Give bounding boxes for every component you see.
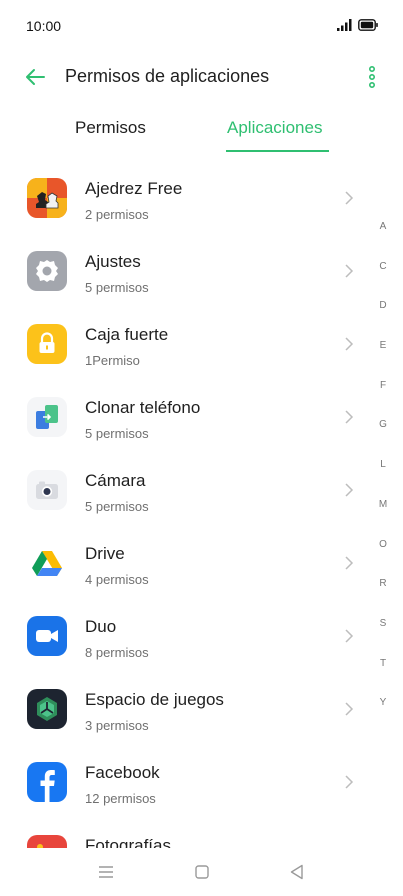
app-permissions-count: 4 permisos: [85, 572, 149, 587]
app-name: Espacio de juegos: [85, 690, 224, 709]
alpha-letter-e[interactable]: E: [372, 339, 394, 379]
app-row-duo[interactable]: Duo 8 permisos: [0, 598, 370, 671]
battery-icon: [358, 19, 378, 31]
app-row-clonar-telefono[interactable]: Clonar teléfono 5 permisos: [0, 379, 370, 452]
app-permissions-count: 8 permisos: [85, 645, 149, 660]
alpha-letter-a[interactable]: A: [372, 220, 394, 260]
tab-bar: Permisos Aplicaciones: [0, 110, 403, 156]
app-name: Facebook: [85, 763, 160, 782]
active-tab-indicator: [226, 150, 329, 152]
alpha-letter-t[interactable]: T: [372, 657, 394, 697]
app-name: Fotografías: [85, 836, 171, 848]
app-row-caja-fuerte[interactable]: Caja fuerte 1Permiso: [0, 306, 370, 379]
app-row-espacio-juegos[interactable]: Espacio de juegos 3 permisos: [0, 671, 370, 744]
status-bar: 10:00: [0, 0, 403, 50]
alpha-letter-d[interactable]: D: [372, 299, 394, 339]
tab-permisos[interactable]: Permisos: [75, 118, 146, 138]
alpha-letter-m[interactable]: M: [372, 498, 394, 538]
signal-bars-icon: [337, 19, 352, 31]
app-permissions-count: 2 permisos: [85, 207, 149, 222]
chevron-right-icon: [345, 629, 354, 643]
app-permissions-count: 5 permisos: [85, 499, 149, 514]
home-icon[interactable]: [192, 862, 212, 882]
chevron-right-icon: [345, 702, 354, 716]
alpha-letter-l[interactable]: L: [372, 458, 394, 498]
back-triangle-icon[interactable]: [287, 862, 307, 882]
navigation-bar: [0, 848, 403, 896]
status-time: 10:00: [26, 18, 62, 34]
app-row-ajustes[interactable]: Ajustes 5 permisos: [0, 233, 370, 306]
alpha-letter-g[interactable]: G: [372, 418, 394, 458]
camera-icon: [27, 470, 67, 510]
app-name: Caja fuerte: [85, 325, 169, 344]
app-row-facebook[interactable]: Facebook 12 permisos: [0, 744, 370, 817]
app-name: Ajedrez Free: [85, 179, 183, 198]
page-title: Permisos de aplicaciones: [65, 66, 270, 86]
app-row-ajedrez[interactable]: Ajedrez Free 2 permisos: [0, 160, 370, 233]
app-row-camara[interactable]: Cámara 5 permisos: [0, 452, 370, 525]
gear-icon: [27, 251, 67, 291]
tab-aplicaciones[interactable]: Aplicaciones: [227, 118, 322, 138]
chess-icon: [27, 178, 67, 218]
app-row-fotografias[interactable]: Fotografías: [0, 817, 370, 848]
app-permissions-count: 12 permisos: [85, 791, 156, 806]
app-name: Drive: [85, 544, 125, 563]
photos-icon: [27, 835, 67, 848]
chevron-right-icon: [345, 775, 354, 789]
app-list[interactable]: Ajedrez Free 2 permisos Ajustes 5 permis…: [0, 160, 403, 848]
chevron-right-icon: [345, 410, 354, 424]
arrow-left-icon[interactable]: [22, 64, 48, 90]
app-permissions-count: 5 permisos: [85, 426, 149, 441]
alpha-letter-c[interactable]: C: [372, 260, 394, 300]
chevron-right-icon: [345, 191, 354, 205]
alpha-letter-f[interactable]: F: [372, 379, 394, 419]
drive-icon: [27, 543, 67, 583]
alphabet-index[interactable]: A C D E F G L M O R S T Y: [372, 220, 394, 736]
app-row-drive[interactable]: Drive 4 permisos: [0, 525, 370, 598]
chevron-right-icon: [345, 556, 354, 570]
alpha-letter-o[interactable]: O: [372, 538, 394, 578]
phone-clone-icon: [27, 397, 67, 437]
lock-icon: [27, 324, 67, 364]
app-permissions-count: 1Permiso: [85, 353, 140, 368]
facebook-icon: [27, 762, 67, 802]
chevron-right-icon: [345, 264, 354, 278]
more-vertical-icon[interactable]: [361, 64, 383, 90]
app-permissions-count: 3 permisos: [85, 718, 149, 733]
app-name: Cámara: [85, 471, 146, 490]
app-header: Permisos de aplicaciones: [0, 54, 403, 100]
alpha-letter-r[interactable]: R: [372, 577, 394, 617]
app-name: Duo: [85, 617, 117, 636]
app-permissions-count: 5 permisos: [85, 280, 149, 295]
app-name: Ajustes: [85, 252, 141, 271]
chevron-right-icon: [345, 483, 354, 497]
menu-icon[interactable]: [96, 862, 116, 882]
app-name: Clonar teléfono: [85, 398, 201, 417]
chevron-right-icon: [345, 337, 354, 351]
alpha-letter-s[interactable]: S: [372, 617, 394, 657]
game-space-icon: [27, 689, 67, 729]
alpha-letter-y[interactable]: Y: [372, 696, 394, 736]
video-icon: [27, 616, 67, 656]
